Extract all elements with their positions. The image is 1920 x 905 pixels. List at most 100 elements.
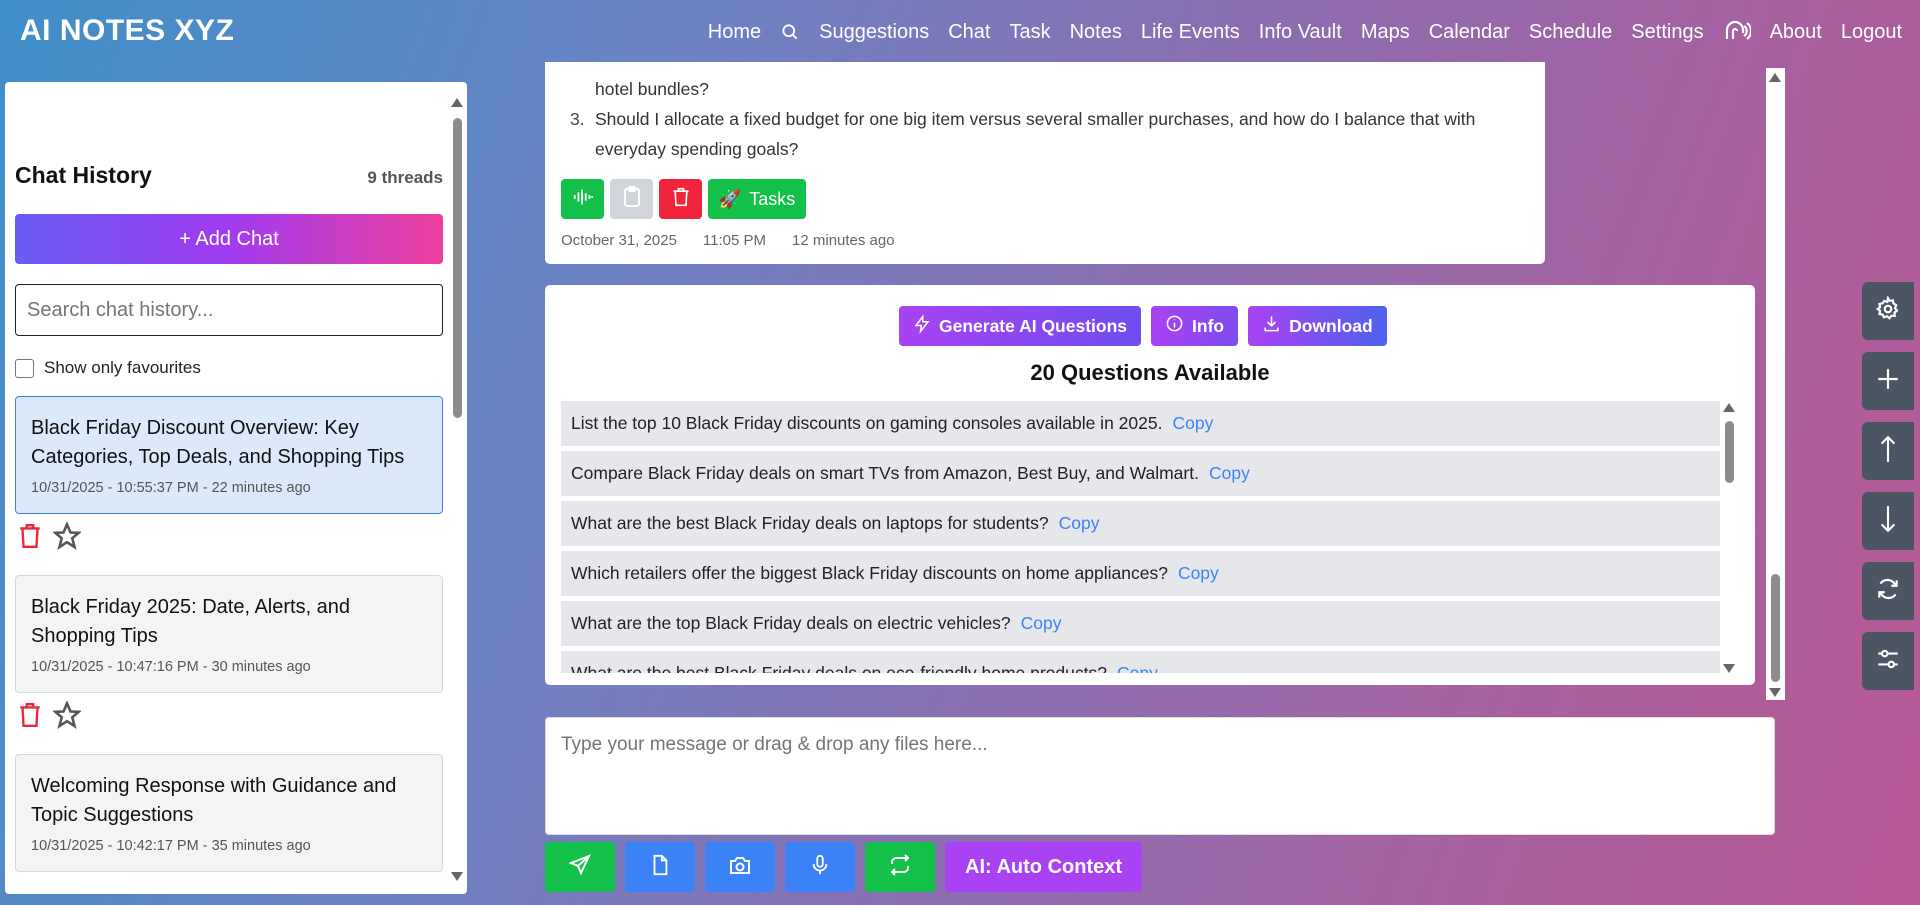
question-item[interactable]: What are the top Black Friday deals on e… [561, 601, 1720, 646]
add-chat-button[interactable]: + Add Chat [15, 214, 443, 264]
thread-title: Black Friday Discount Overview: Key Cate… [31, 417, 405, 468]
attach-file-button[interactable] [625, 842, 695, 892]
question-text: What are the best Black Friday deals on … [571, 663, 1107, 673]
send-button[interactable] [545, 842, 615, 892]
questions-scrollbar[interactable] [1723, 401, 1735, 673]
scroll-bottom-button[interactable] [1862, 492, 1914, 550]
chat-scrollbar[interactable] [1766, 68, 1785, 700]
speak-button[interactable] [561, 179, 604, 219]
nav-settings[interactable]: Settings [1631, 21, 1703, 44]
voice-assistant-icon[interactable] [1723, 19, 1751, 45]
download-button[interactable]: Download [1248, 306, 1387, 346]
delete-thread-icon[interactable] [17, 522, 43, 555]
settings-float-button[interactable] [1862, 282, 1914, 340]
questions-heading: 20 Questions Available [1030, 360, 1270, 385]
copy-link[interactable]: Copy [1172, 413, 1213, 434]
filters-float-button[interactable] [1862, 632, 1914, 690]
copy-message-button[interactable] [610, 179, 653, 219]
message-time: 11:05 PM [702, 232, 767, 249]
scroll-up-arrow[interactable] [1723, 403, 1735, 412]
message-line: everyday spending goals? [595, 134, 1515, 164]
nav-home[interactable]: Home [708, 21, 761, 44]
scroll-top-button[interactable] [1862, 422, 1914, 480]
nav-suggestions[interactable]: Suggestions [819, 21, 929, 44]
lightning-icon [913, 313, 931, 339]
question-item[interactable]: List the top 10 Black Friday discounts o… [561, 401, 1720, 446]
copy-link[interactable]: Copy [1209, 463, 1250, 484]
thread-item[interactable]: Welcoming Response with Guidance and Top… [15, 754, 443, 872]
favourites-checkbox[interactable] [15, 358, 34, 378]
arrow-up-icon [1875, 434, 1901, 469]
message-timestamp: October 31, 2025 11:05 PM 12 minutes ago [561, 232, 895, 249]
thread-item[interactable]: Black Friday 2025: Date, Alerts, and Sho… [15, 575, 443, 693]
question-item[interactable]: Compare Black Friday deals on smart TVs … [561, 451, 1720, 496]
ai-context-button[interactable]: AI: Auto Context [945, 842, 1143, 892]
message-date: October 31, 2025 [561, 232, 677, 249]
nav-task[interactable]: Task [1009, 21, 1050, 44]
question-item[interactable]: Which retailers offer the biggest Black … [561, 551, 1720, 596]
copy-link[interactable]: Copy [1021, 613, 1062, 634]
delete-thread-icon[interactable] [17, 701, 43, 734]
scroll-thumb[interactable] [453, 118, 462, 418]
question-text: Compare Black Friday deals on smart TVs … [571, 463, 1199, 483]
scroll-thumb[interactable] [1771, 574, 1780, 682]
nav-notes[interactable]: Notes [1070, 21, 1122, 44]
chat-history-header: Chat History 9 threads [15, 162, 443, 189]
copy-link[interactable]: Copy [1059, 513, 1100, 534]
scroll-down-arrow[interactable] [1769, 688, 1781, 697]
copy-link[interactable]: Copy [1178, 563, 1219, 584]
info-button[interactable]: Info [1151, 306, 1239, 346]
assistant-message-card: hotel bundles? 3. Should I allocate a fi… [545, 62, 1545, 264]
question-item[interactable]: What are the best Black Friday deals on … [561, 651, 1720, 673]
questions-list: List the top 10 Black Friday discounts o… [561, 401, 1720, 673]
brand-logo[interactable]: AI NOTES XYZ [20, 14, 234, 48]
thread-item[interactable]: Black Friday Discount Overview: Key Cate… [15, 396, 443, 514]
nav-life-events[interactable]: Life Events [1141, 21, 1240, 44]
thread-actions [17, 521, 82, 555]
download-icon [1262, 314, 1281, 338]
composer-toolbar: AI: Auto Context [545, 842, 1143, 892]
generate-ai-questions-button[interactable]: Generate AI Questions [899, 306, 1142, 346]
tasks-label: Tasks [749, 188, 796, 209]
trash-icon [671, 186, 691, 213]
question-text: What are the best Black Friday deals on … [571, 513, 1049, 533]
favourite-star-icon[interactable] [52, 521, 82, 555]
add-float-button[interactable] [1862, 352, 1914, 410]
gear-icon [1875, 294, 1901, 327]
sidebar-scrollbar[interactable] [451, 96, 463, 881]
top-navbar: AI NOTES XYZ Home Suggestions Chat Task … [0, 0, 1920, 66]
nav-calendar[interactable]: Calendar [1429, 21, 1510, 44]
scroll-up-arrow[interactable] [1769, 73, 1781, 82]
chat-search-input[interactable] [15, 284, 443, 336]
message-text: everyday spending goals? [595, 139, 799, 159]
thread-meta: 10/31/2025 - 10:55:37 PM - 22 minutes ag… [31, 480, 311, 496]
message-input[interactable] [546, 718, 1774, 834]
scroll-thumb[interactable] [1725, 421, 1734, 483]
favourites-filter[interactable]: Show only favourites [15, 358, 201, 378]
nav-info-vault[interactable]: Info Vault [1259, 21, 1342, 44]
nav-schedule[interactable]: Schedule [1529, 21, 1612, 44]
question-text: Which retailers offer the biggest Black … [571, 563, 1168, 583]
camera-button[interactable] [705, 842, 775, 892]
delete-message-button[interactable] [659, 179, 702, 219]
tasks-button[interactable]: 🚀 Tasks [708, 179, 806, 219]
repeat-icon [888, 853, 912, 882]
switch-button[interactable] [865, 842, 935, 892]
nav-about[interactable]: About [1770, 21, 1822, 44]
refresh-icon [1875, 576, 1901, 607]
scroll-up-arrow[interactable] [451, 98, 463, 107]
plus-icon [1875, 366, 1901, 397]
scroll-down-arrow[interactable] [451, 872, 463, 881]
copy-link[interactable]: Copy [1117, 663, 1158, 673]
search-icon[interactable] [780, 22, 800, 42]
question-item[interactable]: What are the best Black Friday deals on … [561, 501, 1720, 546]
refresh-float-button[interactable] [1862, 562, 1914, 620]
message-actions: 🚀 Tasks [561, 179, 806, 219]
favourite-star-icon[interactable] [52, 700, 82, 734]
questions-toolbar: Generate AI Questions Info Download [899, 306, 1387, 346]
nav-chat[interactable]: Chat [948, 21, 990, 44]
microphone-button[interactable] [785, 842, 855, 892]
scroll-down-arrow[interactable] [1723, 664, 1735, 673]
nav-logout[interactable]: Logout [1841, 21, 1902, 44]
nav-maps[interactable]: Maps [1361, 21, 1410, 44]
